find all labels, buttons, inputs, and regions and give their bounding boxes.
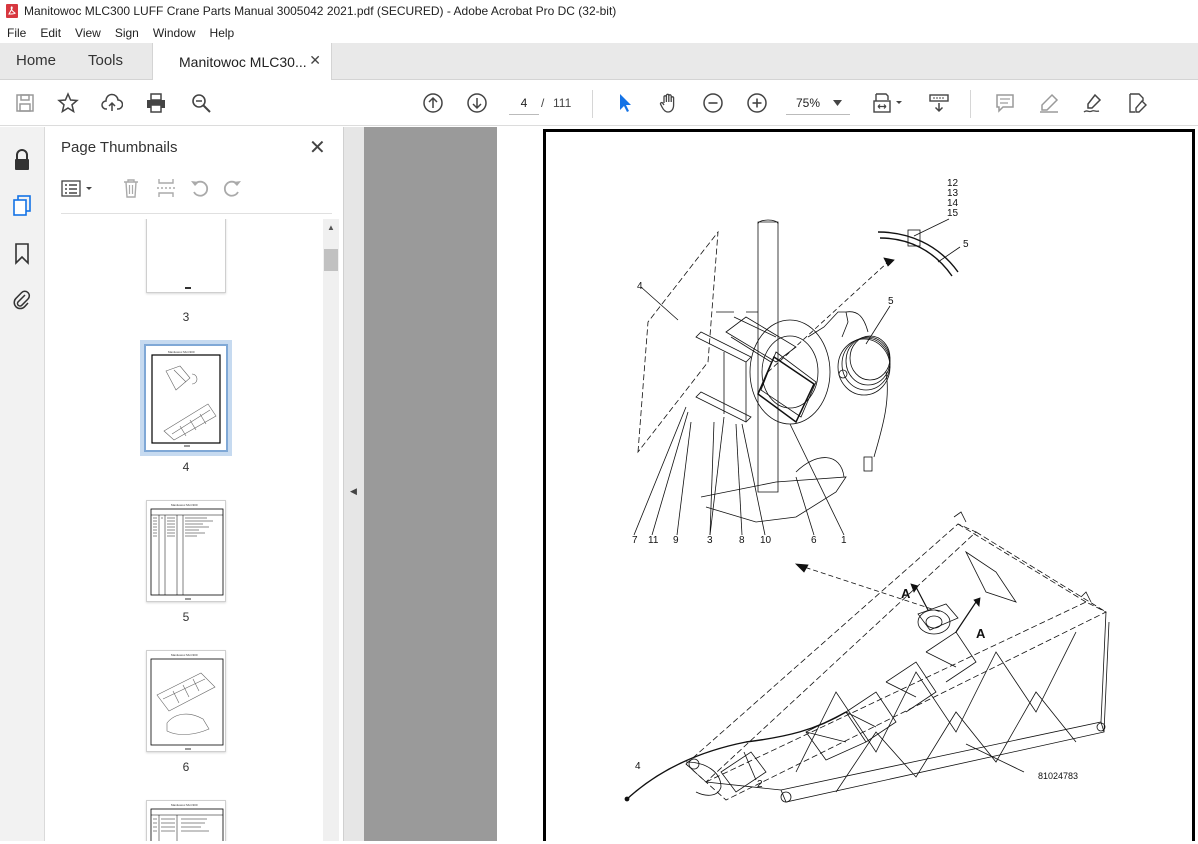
star-bookmark-icon[interactable] [55, 90, 81, 116]
scroll-thumb[interactable] [324, 249, 338, 271]
page-separator: / [541, 96, 545, 110]
thumbnail-scrollbar[interactable]: ▲ [323, 219, 339, 841]
svg-text:Manitowoc MLC300: Manitowoc MLC300 [171, 503, 198, 507]
menu-view[interactable]: View [68, 26, 108, 40]
callout-label: 9 [673, 535, 679, 546]
thumbnail-page-6[interactable]: Manitowoc MLC300 [146, 650, 226, 752]
callout-label: 15 [947, 208, 959, 219]
svg-text:Manitowoc MLC300: Manitowoc MLC300 [168, 350, 195, 354]
print-icon[interactable] [143, 90, 169, 116]
close-tab-icon[interactable]: ✕ [309, 52, 321, 69]
thumbnail-label: 5 [182, 610, 190, 624]
zoom-out-icon[interactable] [700, 90, 726, 116]
thumbnail-options-icon[interactable] [61, 179, 97, 199]
drawing-number: 81024783 [1038, 771, 1078, 781]
callout-label: 11 [648, 535, 659, 546]
window-title: Manitowoc MLC300 LUFF Crane Parts Manual… [24, 4, 617, 18]
menu-file[interactable]: File [0, 26, 33, 40]
insert-page-icon[interactable] [155, 177, 177, 199]
section-marker: A [901, 586, 911, 601]
panel-divider [61, 213, 332, 214]
tab-document[interactable]: Manitowoc MLC30... ✕ [152, 43, 332, 80]
scroll-mode-icon[interactable] [926, 90, 952, 116]
toolbar-divider [970, 90, 971, 118]
callout-label: 4 [635, 761, 641, 772]
lock-icon[interactable] [9, 147, 35, 173]
callout-label: 2 [757, 779, 763, 790]
thumbnail-label: 6 [182, 760, 190, 774]
tab-tools[interactable]: Tools [88, 43, 123, 79]
svg-text:Manitowoc MLC300: Manitowoc MLC300 [171, 653, 198, 657]
save-icon[interactable] [12, 90, 38, 116]
hand-tool-icon[interactable] [656, 90, 682, 116]
callout-label: 4 [637, 281, 643, 292]
menu-window[interactable]: Window [146, 26, 203, 40]
tab-bar: Home Tools Manitowoc MLC30... ✕ [0, 43, 1198, 80]
comment-icon[interactable] [992, 90, 1018, 116]
thumbnail-list: 3 Manitowoc MLC300 4 Manitowoc MLC300 5 … [45, 219, 323, 841]
menu-edit[interactable]: Edit [33, 26, 68, 40]
page-thumbnails-panel: Page Thumbnails ✕ 3 Manitowoc MLC300 4 M… [45, 127, 344, 841]
edit-pdf-icon[interactable] [1124, 90, 1150, 116]
zoom-select[interactable]: 75% [786, 91, 850, 115]
highlight-pen-icon[interactable] [1036, 90, 1062, 116]
total-pages: 111 [553, 96, 572, 110]
upload-cloud-icon[interactable] [99, 90, 125, 116]
draw-sign-icon[interactable] [1080, 90, 1106, 116]
attachment-paperclip-icon[interactable] [9, 287, 35, 313]
bookmark-icon[interactable] [9, 241, 35, 267]
delete-page-icon[interactable] [121, 177, 141, 199]
tab-document-label: Manitowoc MLC30... [179, 53, 307, 70]
callout-label: 3 [707, 535, 713, 546]
svg-text:Manitowoc MLC300: Manitowoc MLC300 [171, 803, 198, 807]
thumbnail-drawing: Manitowoc MLC300 [151, 350, 221, 447]
thumbnail-page-3[interactable] [146, 219, 226, 293]
select-cursor-icon[interactable] [612, 90, 638, 116]
scroll-up-arrow-icon[interactable]: ▲ [323, 219, 339, 235]
zoom-in-icon[interactable] [744, 90, 770, 116]
thumbnail-drawing: Manitowoc MLC300 [150, 653, 224, 750]
rotate-clockwise-icon[interactable] [221, 177, 243, 199]
page-fit-icon[interactable] [870, 90, 906, 116]
callout-label: 6 [811, 535, 817, 546]
section-marker: A [976, 626, 986, 641]
tab-home[interactable]: Home [16, 43, 56, 79]
thumbnail-label: 4 [182, 460, 190, 474]
panel-title: Page Thumbnails [61, 139, 178, 156]
close-panel-icon[interactable]: ✕ [309, 135, 326, 160]
chevron-down-icon [833, 99, 842, 106]
zoom-search-icon[interactable] [188, 90, 214, 116]
zoom-value: 75% [796, 95, 821, 110]
callout-label: 5 [963, 239, 969, 250]
callout-label: 8 [739, 535, 745, 546]
collapse-left-arrow-icon: ◀ [350, 486, 357, 496]
thumbnail-page-7[interactable]: Manitowoc MLC300 [146, 800, 226, 841]
callout-label: 10 [760, 535, 772, 546]
page-number-input[interactable] [509, 91, 539, 115]
callout-label: 1 [841, 535, 847, 546]
crane-parts-diagram: 12 13 14 15 5 4 5 7 11 9 3 8 10 6 1 A A … [624, 178, 1110, 803]
previous-page-icon[interactable] [420, 90, 446, 116]
toolbar-divider [592, 90, 593, 118]
thumbnail-label: 3 [182, 310, 190, 324]
main-toolbar [0, 80, 1198, 126]
menu-sign[interactable]: Sign [108, 26, 146, 40]
left-navigation-rail [0, 127, 45, 841]
menu-help[interactable]: Help [203, 26, 242, 40]
acrobat-logo-icon [6, 4, 18, 18]
rotate-counterclockwise-icon[interactable] [189, 177, 211, 199]
thumbnail-parts-table: Manitowoc MLC300 [150, 503, 224, 600]
panel-collapse-handle[interactable]: ◀ [344, 127, 364, 841]
callout-label: 7 [632, 535, 638, 546]
next-page-icon[interactable] [464, 90, 490, 116]
page-thumbnails-icon[interactable] [9, 193, 35, 219]
menu-bar: File Edit View Sign Window Help [0, 22, 1198, 43]
panel-toolbar [55, 175, 335, 203]
title-bar: Manitowoc MLC300 LUFF Crane Parts Manual… [0, 0, 1198, 22]
thumbnail-parts-table: Manitowoc MLC300 [150, 803, 224, 841]
callout-label: 5 [888, 296, 894, 307]
page-border-frame: 12 13 14 15 5 4 5 7 11 9 3 8 10 6 1 A A … [543, 129, 1195, 841]
thumbnail-page-5[interactable]: Manitowoc MLC300 [146, 500, 226, 602]
thumbnail-page-4[interactable]: Manitowoc MLC300 [144, 344, 228, 452]
